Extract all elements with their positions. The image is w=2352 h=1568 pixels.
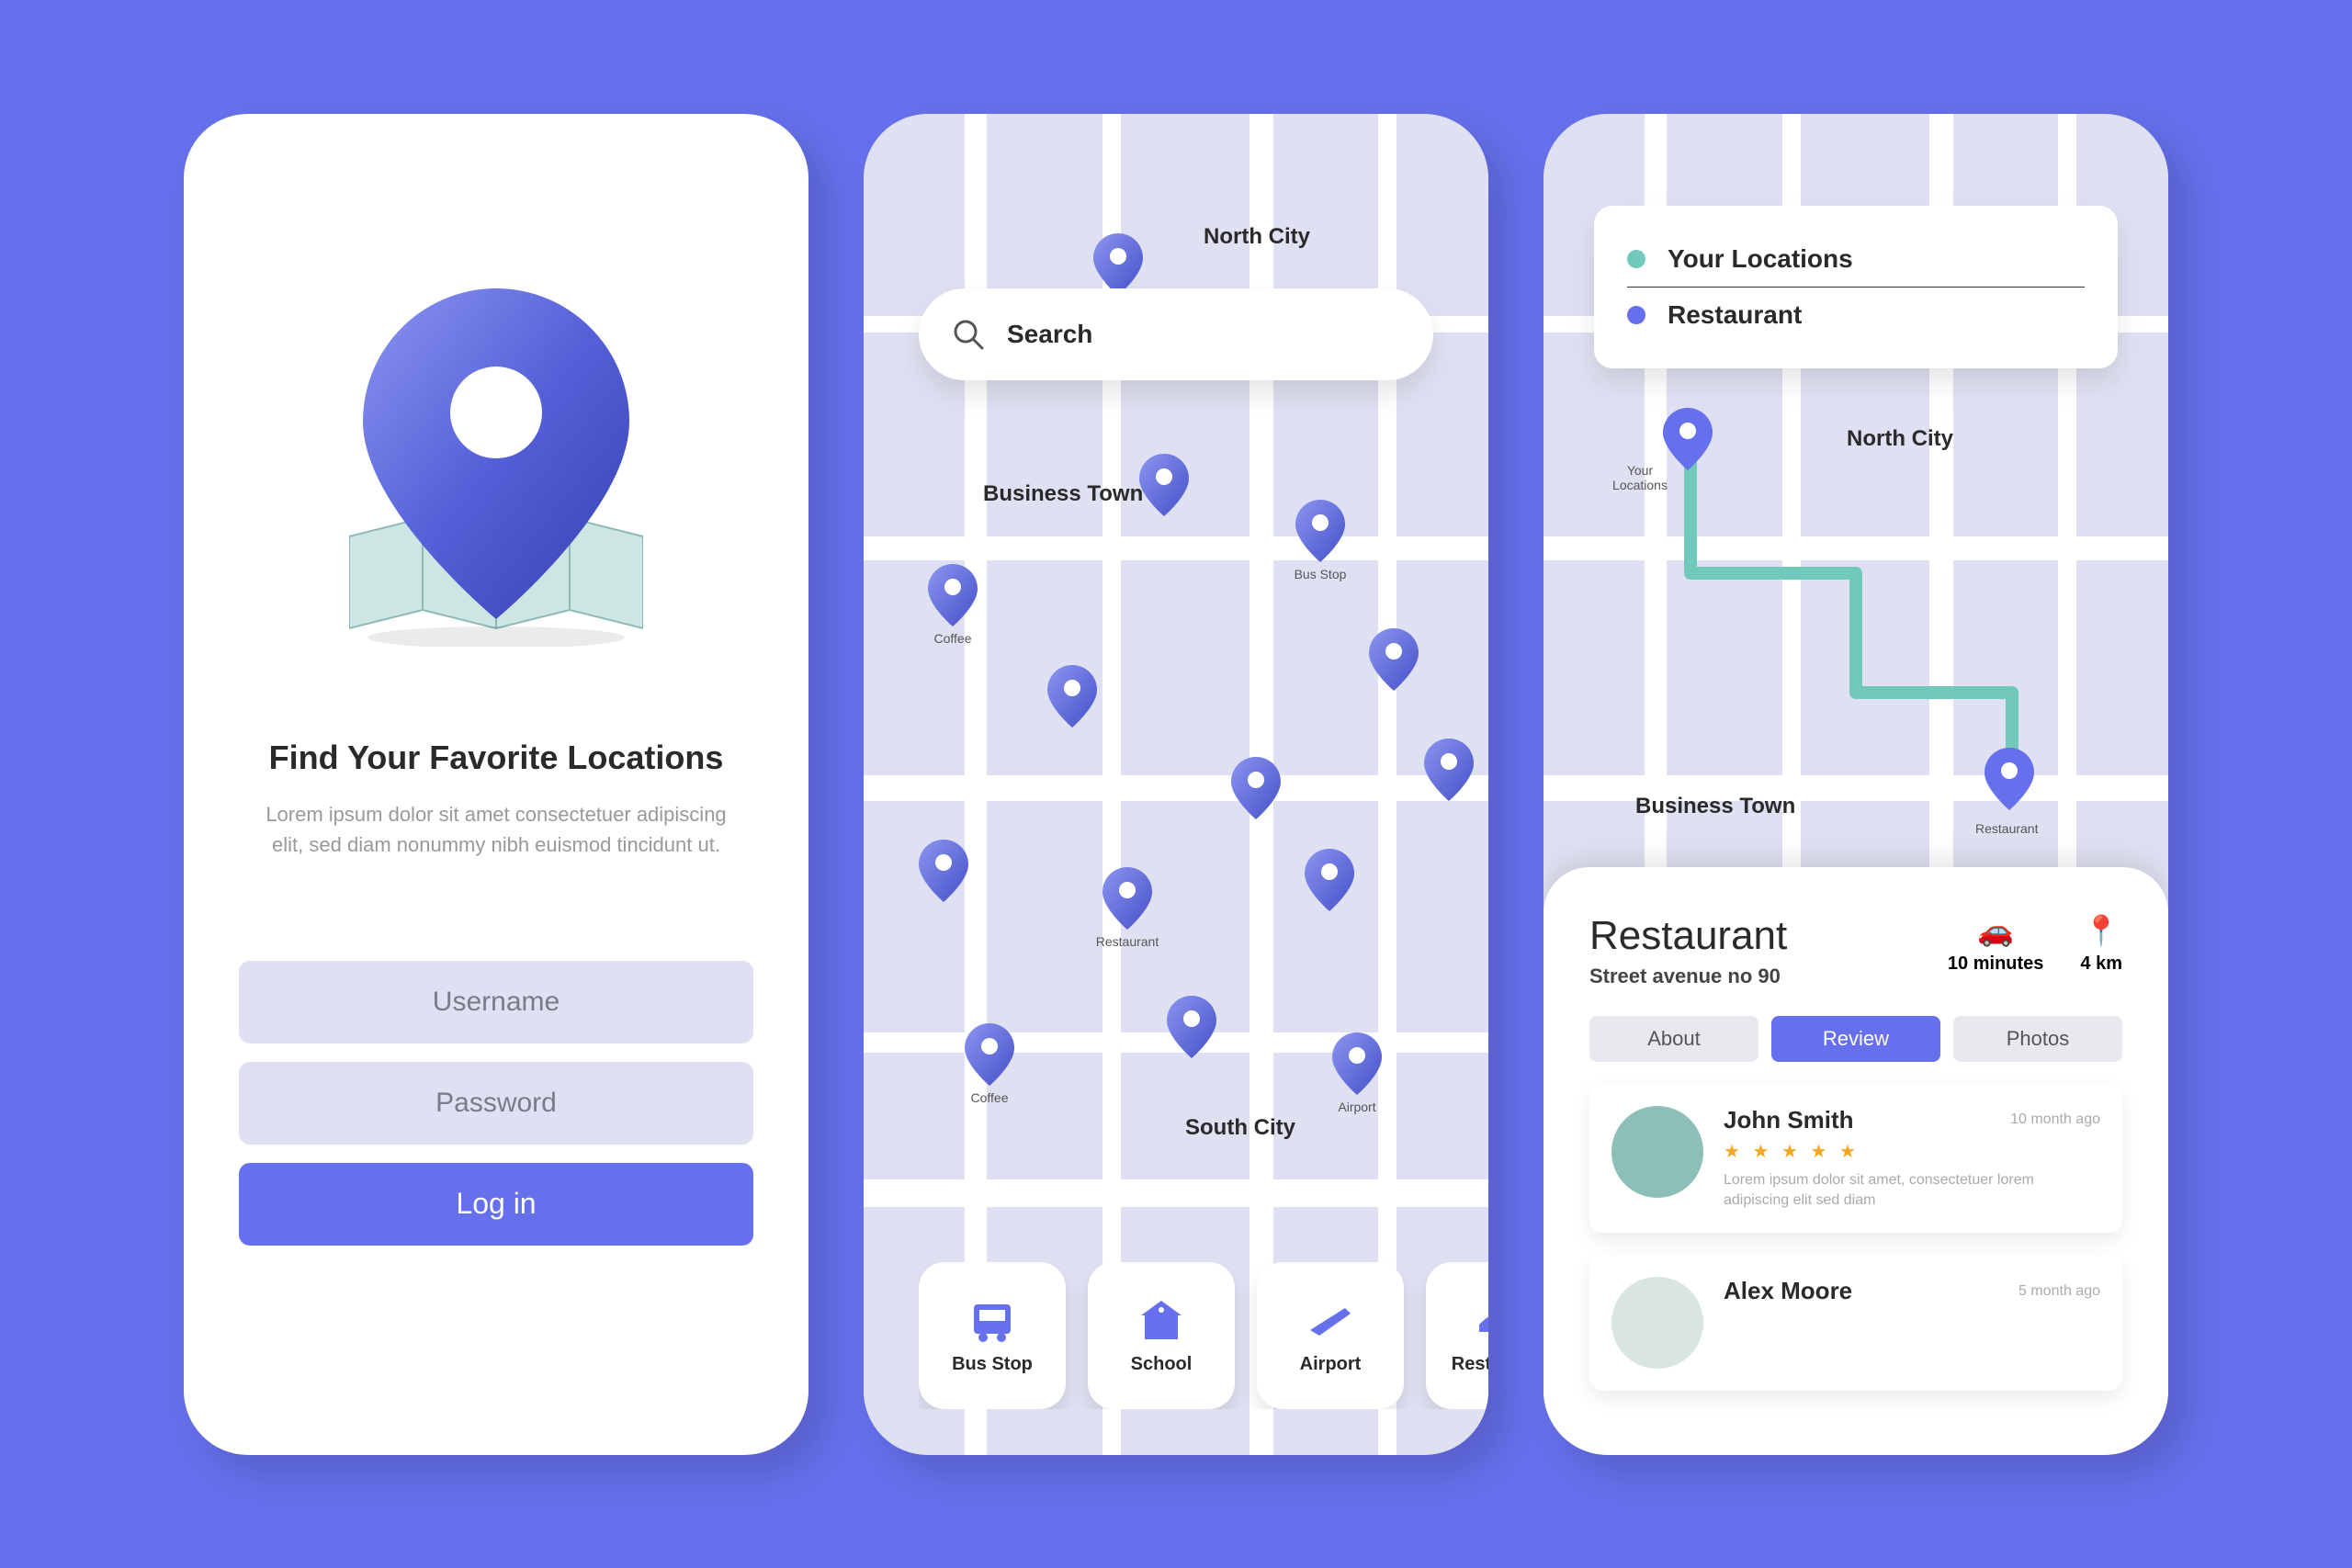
car-icon: 🚗 <box>1977 913 2014 948</box>
review-card[interactable]: Alex Moore 5 month ago <box>1589 1255 2122 1391</box>
review-text: Lorem ipsum dolor sit amet, consectetuer… <box>1724 1170 2100 1212</box>
review-time: 10 month ago <box>2010 1111 2100 1128</box>
map-screen: North City Business Town South City Coff… <box>864 114 1488 1455</box>
detail-title: Restaurant <box>1589 913 1787 959</box>
password-input[interactable]: Password <box>239 1062 753 1145</box>
map-pin[interactable] <box>919 840 968 907</box>
search-bar[interactable]: Search <box>919 288 1433 380</box>
category-label: Airport <box>1300 1354 1362 1375</box>
map-pin[interactable] <box>1369 628 1419 695</box>
hero-title: Find Your Favorite Locations <box>269 739 724 777</box>
location-to-row[interactable]: Restaurant <box>1627 288 2085 343</box>
category-label: School <box>1131 1354 1193 1375</box>
category-row[interactable]: Bus Stop School Airport Restaurant <box>919 1262 1488 1409</box>
tab-review[interactable]: Review <box>1771 1016 1940 1062</box>
review-card[interactable]: John Smith 10 month ago ★ ★ ★ ★ ★ Lorem … <box>1589 1084 2122 1234</box>
metric-distance: 📍 4 km <box>2080 913 2122 975</box>
bus-icon <box>963 1295 1022 1343</box>
avatar <box>1611 1277 1703 1369</box>
bullet-from-icon <box>1627 250 1645 268</box>
category-card-restaurant[interactable]: Restaurant <box>1426 1262 1488 1409</box>
map-pin[interactable] <box>1231 757 1281 824</box>
map-pin[interactable]: Coffee <box>928 564 985 646</box>
category-card-school[interactable]: School <box>1088 1262 1235 1409</box>
login-screen: Find Your Favorite Locations Lorem ipsum… <box>184 114 808 1455</box>
bullet-to-icon <box>1627 306 1645 324</box>
school-icon <box>1132 1295 1191 1343</box>
map-pin-label: Restaurant <box>1095 934 1159 949</box>
map-pin[interactable] <box>1305 849 1354 916</box>
pin-icon: 📍 <box>2083 913 2120 948</box>
login-button[interactable]: Log in <box>239 1163 753 1246</box>
avatar <box>1611 1106 1703 1198</box>
search-icon <box>952 318 985 351</box>
map-pin[interactable]: Restaurant <box>1102 867 1159 949</box>
map-pin-label: Coffee <box>957 1090 1022 1105</box>
restaurant-icon <box>1470 1295 1488 1343</box>
hero-description: Lorem ipsum dolor sit amet consectetuer … <box>257 799 735 860</box>
category-label: Bus Stop <box>952 1354 1033 1375</box>
map-pin-end[interactable] <box>1984 748 2034 810</box>
map-pin[interactable]: Coffee <box>965 1023 1022 1105</box>
category-card-bus[interactable]: Bus Stop <box>919 1262 1066 1409</box>
location-from-row[interactable]: Your Locations <box>1627 231 2085 288</box>
detail-address: Street avenue no 90 <box>1589 964 1787 988</box>
map-pin[interactable] <box>1139 454 1189 521</box>
map-pin-label: Airport <box>1325 1100 1389 1114</box>
area-label-north: North City <box>1204 224 1310 250</box>
tab-photos[interactable]: Photos <box>1953 1016 2122 1062</box>
review-name: Alex Moore <box>1724 1277 1852 1305</box>
map-pin-label: Bus Stop <box>1288 567 1352 581</box>
map-pin-start[interactable] <box>1663 408 1713 470</box>
map-pin[interactable] <box>1047 665 1097 732</box>
location-from: Your Locations <box>1668 244 1853 274</box>
detail-screen: North City Business Town Your Locations … <box>1544 114 2168 1455</box>
tab-about[interactable]: About <box>1589 1016 1758 1062</box>
map-pin[interactable]: Bus Stop <box>1295 500 1352 581</box>
review-time: 5 month ago <box>2018 1283 2100 1300</box>
username-input[interactable]: Username <box>239 961 753 1043</box>
airport-icon <box>1301 1295 1360 1343</box>
area-label-south: South City <box>1185 1115 1295 1141</box>
review-name: John Smith <box>1724 1106 1854 1134</box>
hero-illustration <box>303 206 689 702</box>
category-label: Restaurant <box>1452 1354 1488 1375</box>
tabs-row: About Review Photos <box>1589 1016 2122 1062</box>
search-placeholder: Search <box>1007 320 1092 349</box>
area-label-business: Business Town <box>983 481 1143 507</box>
detail-sheet: Restaurant Street avenue no 90 🚗 10 minu… <box>1544 867 2168 1455</box>
review-stars: ★ ★ ★ ★ ★ <box>1724 1140 2100 1163</box>
map-pin-label: Coffee <box>921 631 985 646</box>
map-pin[interactable] <box>1424 739 1474 806</box>
location-card: Your Locations Restaurant <box>1594 206 2118 368</box>
category-card-airport[interactable]: Airport <box>1257 1262 1404 1409</box>
map-pin[interactable] <box>1167 996 1216 1063</box>
location-to: Restaurant <box>1668 300 1802 330</box>
metric-time: 🚗 10 minutes <box>1948 913 2043 975</box>
map-pin[interactable]: Airport <box>1332 1032 1389 1114</box>
location-pin-icon <box>363 288 629 619</box>
